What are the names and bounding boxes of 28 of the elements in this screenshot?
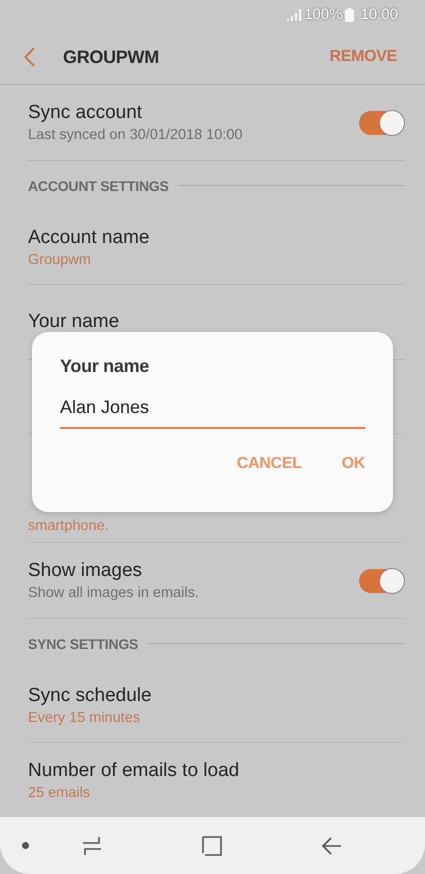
setting-value: Groupwm bbox=[28, 252, 92, 268]
home-icon[interactable] bbox=[202, 836, 222, 856]
back-icon[interactable] bbox=[322, 836, 342, 856]
screen-title: GROUPWM bbox=[63, 46, 160, 68]
setting-description: smartphone. bbox=[28, 518, 110, 534]
setting-value: 25 emails bbox=[28, 784, 92, 801]
setting-description: Last synced on 30/01/2018 10:00 bbox=[28, 127, 244, 144]
toggle-switch[interactable] bbox=[359, 110, 404, 135]
signal-icon bbox=[287, 8, 302, 21]
toggle-switch[interactable] bbox=[359, 568, 404, 593]
setting-value: Every 15 minutes bbox=[28, 710, 142, 726]
dialog-button[interactable]: OK bbox=[342, 455, 365, 473]
battery-icon bbox=[345, 8, 354, 22]
name-input[interactable]: Alan Jones bbox=[60, 397, 365, 429]
setting-title: Sync account bbox=[28, 102, 144, 124]
setting-description: Show all images in emails. bbox=[28, 585, 200, 602]
dot-icon[interactable] bbox=[22, 842, 29, 850]
dialog-title: Your name bbox=[60, 356, 150, 377]
setting-title: Show images bbox=[28, 560, 144, 582]
dialog-button[interactable]: CANCEL bbox=[236, 455, 302, 473]
setting-title: Your name bbox=[28, 310, 120, 333]
setting-title: Number of emails to load bbox=[28, 760, 240, 782]
setting-title: Sync schedule bbox=[28, 684, 153, 707]
section-header: ACCOUNT SETTINGS bbox=[28, 178, 169, 194]
setting-title: Account name bbox=[28, 226, 150, 249]
recent-apps-icon[interactable] bbox=[82, 836, 102, 856]
section-header: SYNC SETTINGS bbox=[28, 636, 138, 652]
remove-button[interactable]: REMOVE bbox=[329, 48, 397, 66]
